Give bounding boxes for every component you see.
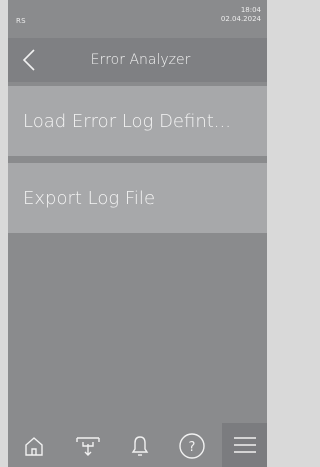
menu-item-export-log[interactable]: Export Log File	[8, 163, 267, 233]
help-button[interactable]: ?	[175, 431, 209, 461]
status-date: 02.04.2024	[220, 15, 261, 23]
download-tray-icon	[76, 437, 100, 456]
page-header: Error Analyzer	[8, 38, 267, 82]
bottom-nav: ?	[8, 423, 267, 467]
back-button[interactable]	[16, 46, 42, 74]
menu-icon	[233, 437, 256, 453]
status-left-label: RS	[16, 17, 26, 25]
download-button[interactable]	[71, 431, 105, 461]
status-bar: RS 18:04 02.04.2024	[8, 0, 267, 38]
help-icon: ?	[179, 433, 205, 459]
home-button[interactable]	[20, 431, 48, 461]
status-time: 18:04	[240, 6, 261, 14]
notifications-button[interactable]	[126, 431, 154, 461]
menu-item-label: Load Error Log Defint...	[23, 110, 231, 132]
svg-text:?: ?	[189, 440, 196, 455]
home-icon	[25, 437, 43, 456]
device-screen: RS 18:04 02.04.2024 Error Analyzer Load …	[8, 0, 267, 467]
menu-item-label: Export Log File	[23, 187, 156, 209]
menu-item-load-error-log[interactable]: Load Error Log Defint...	[8, 86, 267, 156]
bell-icon	[131, 436, 149, 456]
page-title: Error Analyzer	[90, 52, 191, 68]
menu-button[interactable]	[222, 423, 267, 467]
chevron-left-icon	[22, 49, 35, 71]
